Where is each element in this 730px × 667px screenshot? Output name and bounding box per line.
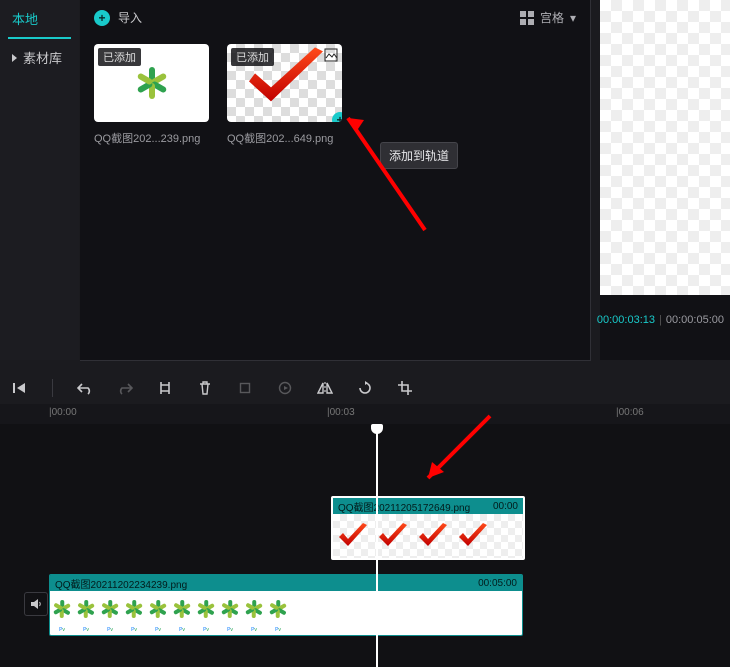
sidebar: 本地 素材库 [0,0,79,360]
ruler-label: |00:00 [49,407,77,418]
clip-duration: 00:00 [493,501,518,512]
clip-header: QQ截图20211202234239.png 00:05:00 [50,575,522,591]
preview-panel: 00:00:03:13 | 00:00:05:00 [600,0,730,360]
undo-button[interactable] [77,380,93,396]
clip-duration: 00:05:00 [478,578,517,589]
redo-button [117,380,133,396]
preview-timecode: 00:00:03:13 | 00:00:05:00 [600,295,730,345]
grid-icon [520,11,534,25]
freeze-button [237,380,253,396]
timeline: |00:00 |00:03 |00:06 QQ截图20211205172649.… [0,404,730,667]
add-to-track-button[interactable]: + [332,112,342,122]
library-toolbar: + 导入 宫格 ▾ [80,0,590,36]
toolbar-separator [52,379,53,397]
flower-logo-icon [134,65,170,101]
clip-frame: Pv [266,591,290,635]
sidebar-tab-local[interactable]: 本地 [8,0,71,39]
clip-name: QQ截图20211202234239.png [55,576,187,591]
clip-frame: Pv [98,591,122,635]
chevron-down-icon: ▾ [570,0,576,36]
total-time: 00:00:05:00 [666,314,724,326]
tooltip: 添加到轨道 [380,142,458,169]
media-filename: QQ截图202...239.png [94,130,209,146]
clip-frame: Pv [50,591,74,635]
clip-frame: Pv [146,591,170,635]
media-card[interactable]: 已添加 + QQ截图202...649.png [227,44,342,146]
preview-canvas [600,0,730,295]
media-filename: QQ截图202...649.png [227,130,342,146]
track-mute-button[interactable] [24,592,48,616]
speed-button [277,380,293,396]
step-button[interactable] [12,380,28,396]
ruler-label: |00:03 [327,407,355,418]
timeline-clip[interactable]: QQ截图20211205172649.png 00:00 [331,496,525,560]
speaker-icon [29,597,43,611]
added-badge: 已添加 [98,48,141,66]
timeline-tracks: QQ截图20211205172649.png 00:00 QQ截图2021120… [0,424,730,667]
sidebar-tab-material[interactable]: 素材库 [0,39,79,76]
split-button[interactable] [157,380,173,396]
import-label: 导入 [118,0,142,36]
delete-button[interactable] [197,380,213,396]
ruler-label: |00:06 [616,407,644,418]
view-mode-control[interactable]: 宫格 ▾ [520,0,576,36]
timeline-ruler[interactable]: |00:00 |00:03 |00:06 [0,404,730,424]
crop-button[interactable] [397,380,413,396]
media-card[interactable]: 已添加 QQ截图202...239.png [94,44,209,146]
chevron-right-icon [12,54,17,62]
media-thumbnail: 已添加 + [227,44,342,122]
rotate-button[interactable] [357,380,373,396]
clip-frame: Pv [242,591,266,635]
media-cards: 已添加 QQ截图202...239.png 已添加 + QQ截图202... [80,36,590,154]
playhead[interactable] [376,424,378,667]
sidebar-tab-material-label: 素材库 [23,51,62,66]
clip-frame: Pv [218,591,242,635]
timeline-toolbar [0,374,730,402]
timeline-clip[interactable]: QQ截图20211202234239.png 00:05:00 PvPvPvPv… [49,574,523,636]
plus-icon: + [94,10,110,26]
clip-frame: Pv [194,591,218,635]
clip-name: QQ截图20211205172649.png [338,499,470,514]
clip-header: QQ截图20211205172649.png 00:00 [333,498,523,514]
clip-frame: Pv [74,591,98,635]
time-separator: | [659,314,662,326]
clip-frame: Pv [170,591,194,635]
mirror-button[interactable] [317,380,333,396]
checkmark-icon [235,44,335,115]
current-time: 00:00:03:13 [597,314,655,326]
clip-body [333,514,523,558]
import-button[interactable]: + 导入 [94,0,142,36]
library-panel: + 导入 宫格 ▾ 已添加 QQ截图202...239.png 已添加 [80,0,591,361]
clip-frame: Pv [122,591,146,635]
view-mode-label: 宫格 [540,0,564,36]
clip-body: PvPvPvPvPvPvPvPvPvPv [50,591,522,635]
media-thumbnail: 已添加 [94,44,209,122]
